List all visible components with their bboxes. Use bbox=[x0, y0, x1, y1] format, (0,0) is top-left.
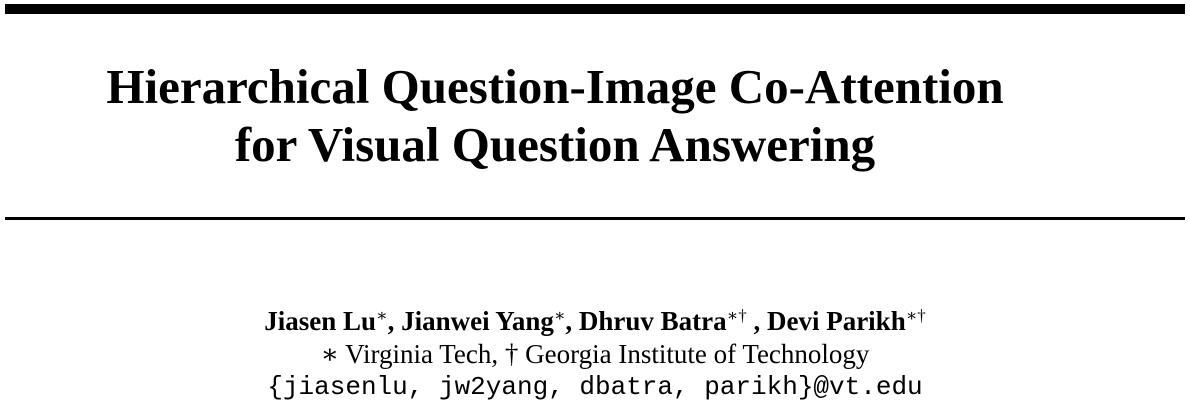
email-addresses: {jiasenlu, jw2yang, dbatra, parikh}@vt.e… bbox=[267, 372, 923, 400]
author-mark: ∗ bbox=[376, 306, 388, 325]
author-name: Jianwei Yang bbox=[401, 306, 554, 336]
bottom-rule bbox=[5, 217, 1185, 220]
paper-title: Hierarchical Question-Image Co-Attention… bbox=[0, 58, 1110, 174]
author-mark: ∗ bbox=[553, 306, 566, 325]
affiliations: ∗ Virginia Tech, † Georgia Institute of … bbox=[320, 339, 870, 369]
author-mark: ∗† bbox=[726, 306, 747, 325]
author-name: Jiasen Lu bbox=[264, 306, 376, 336]
title-line-1: Hierarchical Question-Image Co-Attention bbox=[106, 59, 1004, 114]
title-line-2: for Visual Question Answering bbox=[234, 117, 876, 172]
author-separator: , bbox=[387, 306, 402, 336]
author-name: Devi Parikh bbox=[766, 306, 906, 336]
paper-header: Hierarchical Question-Image Co-Attention… bbox=[0, 0, 1190, 400]
author-mark: ∗† bbox=[905, 306, 926, 325]
author-name: Dhruv Batra bbox=[578, 306, 727, 336]
author-list: Jiasen Lu∗, Jianwei Yang∗, Dhruv Batra∗†… bbox=[0, 304, 1190, 338]
top-rule bbox=[5, 4, 1185, 14]
author-separator: , bbox=[746, 306, 767, 336]
author-separator: , bbox=[565, 306, 579, 336]
